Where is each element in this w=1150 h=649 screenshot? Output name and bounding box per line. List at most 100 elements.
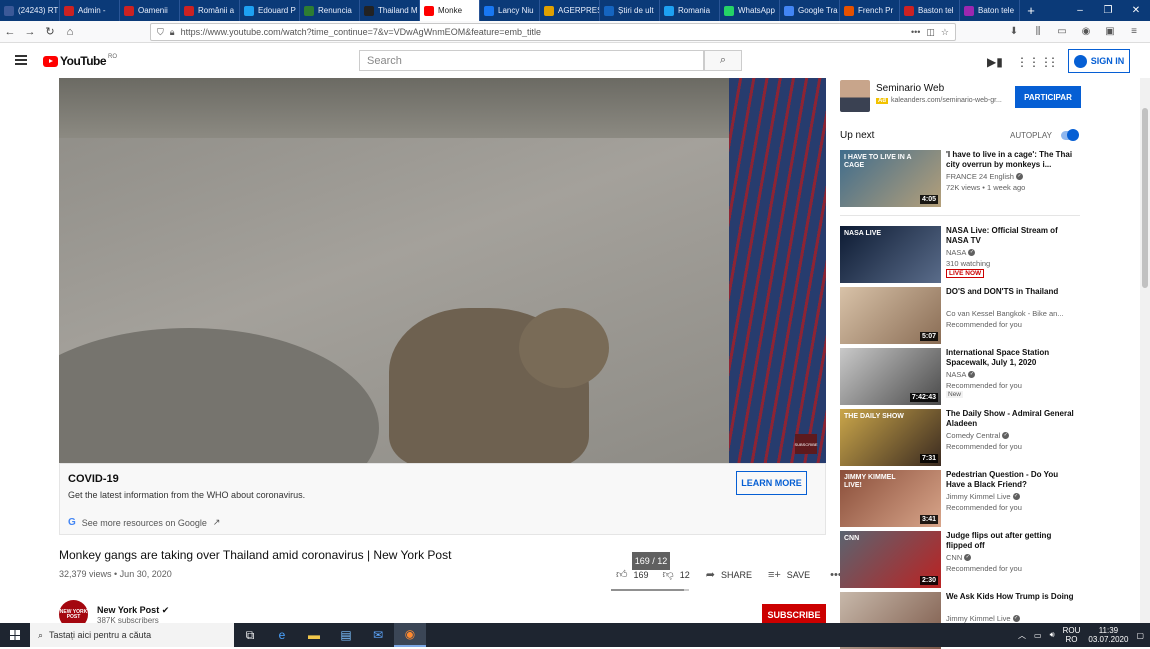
ad-url[interactable]: kaleanders.com/seminario-web-gr... [891, 97, 1002, 104]
home-icon[interactable]: ⌂ [60, 26, 80, 38]
forward-icon[interactable]: → [20, 26, 40, 38]
close-window-icon[interactable]: ✕ [1122, 0, 1150, 21]
recommended-title[interactable]: International Space Station Spacewalk, J… [946, 348, 1074, 368]
recommended-channel-name[interactable]: Comedy Central [946, 431, 1000, 440]
start-button[interactable] [0, 623, 30, 647]
recommended-video[interactable]: I HAVE TO LIVE IN A CAGE 4:05 'I have to l… [840, 150, 1080, 207]
recommended-channel[interactable]: Jimmy Kimmel Live ✓ [946, 492, 1020, 501]
page-scrollbar[interactable] [1140, 78, 1150, 623]
browser-tab[interactable]: Știri de ult [600, 0, 660, 21]
settings-more-icon[interactable]: ⋮ [1047, 55, 1059, 69]
download-icon[interactable]: ⬇ [1006, 23, 1022, 39]
search-input[interactable]: Search [359, 50, 704, 71]
video-thumbnail[interactable]: I HAVE TO LIVE IN A CAGE 4:05 [840, 150, 941, 207]
task-view-icon[interactable]: ⧉ [234, 623, 266, 647]
share-label[interactable]: SHARE [721, 570, 752, 580]
browser-tab[interactable]: WhatsApp [720, 0, 780, 21]
recommended-channel-name[interactable]: Jimmy Kimmel Live [946, 492, 1011, 501]
browser-tab[interactable]: French Pr [840, 0, 900, 21]
browser-tab[interactable]: Monke [420, 0, 480, 21]
sidebar-icon[interactable]: ▭ [1054, 23, 1070, 39]
extension-2-icon[interactable]: ▣ [1102, 23, 1118, 39]
browser-tab[interactable]: Lancy Niu [480, 0, 540, 21]
video-thumbnail[interactable]: 5:07 [840, 287, 941, 344]
video-player[interactable]: SUBSCRIBE [59, 78, 826, 463]
learn-more-button[interactable]: LEARN MORE [736, 471, 807, 495]
ad-name[interactable]: Seminario Web [876, 83, 944, 94]
create-video-icon[interactable]: ▶▮ [987, 55, 1003, 69]
search-button[interactable]: ⌕ [704, 50, 742, 71]
back-icon[interactable]: ← [0, 26, 20, 38]
browser-tab[interactable]: Oamenii [120, 0, 180, 21]
autoplay-toggle[interactable] [1061, 129, 1079, 141]
video-thumbnail[interactable]: 7:42:43 [840, 348, 941, 405]
recommended-title[interactable]: 'I have to live in a cage': The Thai cit… [946, 150, 1074, 170]
menu-icon[interactable]: ≡ [1126, 23, 1142, 39]
notifications-icon[interactable]: ▢ [1136, 631, 1144, 640]
shield-icon[interactable]: ⛉ [157, 27, 164, 38]
recommended-channel-name[interactable]: Co van Kessel Bangkok - Bike an... [946, 309, 1064, 318]
recommended-video[interactable]: 5:07 DO'S and DON'TS in Thailand Co van Ke… [840, 287, 1080, 344]
browser-tab[interactable]: AGERPRES [540, 0, 600, 21]
recommended-channel[interactable]: NASA ✓ [946, 248, 976, 257]
address-bar[interactable]: ⛉ 🔒︎ https://www.youtube.com/watch?time_… [150, 23, 956, 41]
minimize-icon[interactable]: – [1066, 0, 1094, 21]
save-playlist-icon[interactable]: ≡+ [768, 569, 781, 581]
new-tab-button[interactable]: + [1020, 3, 1042, 18]
browser-tab[interactable]: Renuncia [300, 0, 360, 21]
video-thumbnail[interactable]: NASA LIVE [840, 226, 941, 283]
reload-icon[interactable]: ↻ [40, 25, 60, 38]
youtube-logo[interactable]: YouTube RO [43, 54, 117, 68]
recommended-title[interactable]: DO'S and DON'TS in Thailand [946, 287, 1074, 297]
recommended-channel-name[interactable]: FRANCE 24 English [946, 172, 1014, 181]
video-thumbnail[interactable]: JIMMY KIMMEL LIVE! 3:41 [840, 470, 941, 527]
bookmark-star-icon[interactable]: ☆ [941, 27, 949, 38]
like-icon[interactable]: 👍︎ [616, 568, 628, 581]
browser-tab[interactable]: Romania [660, 0, 720, 21]
recommended-title[interactable]: We Ask Kids How Trump is Doing [946, 592, 1074, 602]
recommended-video[interactable]: JIMMY KIMMEL LIVE! 3:41 Pedestrian Questio… [840, 470, 1080, 527]
browser-tab[interactable]: Românii a [180, 0, 240, 21]
recommended-channel-name[interactable]: NASA [946, 248, 966, 257]
firefox-icon[interactable]: ◉ [394, 623, 426, 647]
recommended-channel[interactable]: FRANCE 24 English ✓ [946, 172, 1023, 181]
sign-in-button[interactable]: SIGN IN [1068, 49, 1130, 73]
edge-icon[interactable]: e [266, 623, 298, 647]
subscribe-button[interactable]: SUBSCRIBE [762, 604, 826, 625]
mail-icon[interactable]: ✉ [362, 623, 394, 647]
recommended-channel-name[interactable]: Jimmy Kimmel Live [946, 614, 1011, 623]
channel-name-text[interactable]: New York Post [97, 605, 159, 615]
recommended-channel[interactable]: Jimmy Kimmel Live ✓ [946, 614, 1020, 623]
browser-tab[interactable]: Google Tra [780, 0, 840, 21]
browser-tab[interactable]: Baton tele [960, 0, 1020, 21]
channel-watermark[interactable]: SUBSCRIBE [794, 434, 818, 454]
video-thumbnail[interactable]: THE DAILY SHOW 7:31 [840, 409, 941, 466]
channel-name[interactable]: New York Post ✔ [97, 605, 169, 616]
recommended-title[interactable]: The Daily Show - Admiral General Aladeen [946, 409, 1074, 429]
browser-tab[interactable]: Edouard P [240, 0, 300, 21]
recommended-title[interactable]: NASA Live: Official Stream of NASA TV [946, 226, 1074, 246]
recommended-video[interactable]: NASA LIVE NASA Live: Official Stream of N… [840, 226, 1080, 283]
volume-icon[interactable]: 🔊︎ [1050, 630, 1055, 640]
library-icon[interactable]: ⫼ [1030, 23, 1046, 39]
ad-cta-button[interactable]: PARTICIPAR [1015, 86, 1081, 108]
pocket-icon[interactable]: ◫ [926, 27, 935, 38]
browser-tab[interactable]: (24243) RT [0, 0, 60, 21]
recommended-title[interactable]: Pedestrian Question - Do You Have a Blac… [946, 470, 1074, 490]
page-actions-icon[interactable]: ••• [911, 27, 920, 37]
browser-tab[interactable]: Thailand M [360, 0, 420, 21]
recommended-channel-name[interactable]: CNN [946, 553, 962, 562]
browser-tab[interactable]: Admin - [60, 0, 120, 21]
video-thumbnail[interactable]: CNN 2:30 [840, 531, 941, 588]
dislike-icon[interactable]: 👎︎ [663, 568, 674, 581]
ad-avatar[interactable] [840, 80, 870, 112]
share-icon[interactable]: ➦ [706, 568, 715, 581]
like-count[interactable]: 169 [634, 570, 649, 580]
recommended-channel[interactable]: CNN ✓ [946, 553, 972, 562]
recommended-title[interactable]: Judge flips out after getting flipped of… [946, 531, 1074, 551]
network-icon[interactable]: ▭ [1034, 631, 1042, 640]
lock-icon[interactable]: 🔒︎ [170, 27, 175, 38]
url-text[interactable]: https://www.youtube.com/watch?time_conti… [181, 27, 905, 37]
maximize-icon[interactable]: ❐ [1094, 0, 1122, 21]
store-icon[interactable]: ▤ [330, 623, 362, 647]
